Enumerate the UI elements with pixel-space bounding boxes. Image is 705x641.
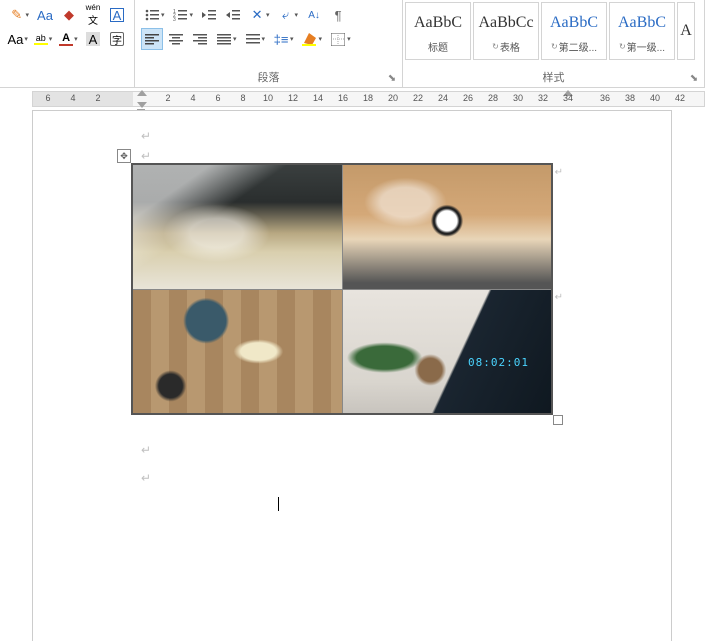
ruler-tick: 36 — [600, 93, 610, 103]
ruler-tick: 12 — [288, 93, 298, 103]
cell-mark: ↵ — [555, 292, 563, 303]
increase-indent-button[interactable] — [222, 4, 244, 26]
style-tile-table[interactable]: AaBbCc ↻表格 — [473, 2, 539, 60]
ruler-tick: 22 — [413, 93, 423, 103]
ruler-tick: 10 — [263, 93, 273, 103]
align-justify-button[interactable]: ▾ — [213, 28, 240, 50]
text-cursor — [278, 497, 279, 511]
decrease-indent-button[interactable] — [198, 4, 220, 26]
style-tile-heading[interactable]: AaBbC 标题 — [405, 2, 471, 60]
ruler-tick: 14 — [313, 93, 323, 103]
asian-layout-button[interactable]: ✕▾ — [246, 4, 273, 26]
line-spacing-button[interactable]: ‡≡▾ — [270, 28, 297, 50]
style-gallery[interactable]: AaBbC 标题 AaBbCc ↻表格 AaBbC ↻第二级... AaBbC … — [405, 2, 702, 60]
align-center-button[interactable] — [165, 28, 187, 50]
ruler-tick: 24 — [438, 93, 448, 103]
style-tile-level2[interactable]: AaBbC ↻第二级... — [541, 2, 607, 60]
refresh-icon: ↻ — [619, 42, 626, 51]
table-cell-image-4[interactable]: 08:02:01 — [343, 290, 552, 414]
style-tile-more[interactable]: A — [677, 2, 695, 60]
ruler-tick: 28 — [488, 93, 498, 103]
table-resize-handle-icon[interactable] — [553, 415, 563, 425]
hanging-indent-marker[interactable] — [137, 102, 147, 108]
cell-mark: ↵ — [555, 167, 563, 178]
char-shading-button[interactable]: A — [82, 28, 104, 50]
change-case-button[interactable]: Aa▾ — [6, 28, 29, 50]
ruler-tick: 2 — [165, 93, 170, 103]
ruler-tick: 34 — [563, 93, 573, 103]
borders-button[interactable]: ▾ — [327, 28, 354, 50]
refresh-icon: ↻ — [492, 42, 499, 51]
styles-launcher-icon[interactable]: ⬊ — [688, 72, 700, 84]
ruler-tick: 16 — [338, 93, 348, 103]
bullets-button[interactable]: ▾ — [141, 4, 168, 26]
document-area: ✥ ↵ ↵ ↵ 08:02:01↵ — [0, 110, 705, 641]
ruler-tick: 38 — [625, 93, 635, 103]
distribute-button[interactable]: ▾ — [242, 28, 269, 50]
image-table[interactable]: ✥ ↵ ↵ ↵ 08:02:01↵ — [131, 163, 553, 415]
table-move-handle-icon[interactable]: ✥ — [117, 149, 131, 163]
clear-format-button[interactable]: ◆ — [58, 4, 80, 26]
enclose-char-button[interactable]: 字 — [106, 28, 128, 50]
ruler-tick: 4 — [190, 93, 195, 103]
align-right-button[interactable] — [189, 28, 211, 50]
case-button[interactable]: Aa — [34, 4, 56, 26]
ruler-tick: 42 — [675, 93, 685, 103]
table-cell-image-3[interactable] — [133, 290, 342, 414]
styles-group: AaBbC 标题 AaBbCc ↻表格 AaBbC ↻第二级... AaBbC … — [403, 0, 705, 87]
paragraph-group-label: 段落 — [135, 69, 402, 85]
table-cell-image-1[interactable] — [133, 165, 342, 289]
highlight-button[interactable]: ab▾ — [31, 28, 54, 50]
document-page[interactable]: ✥ ↵ ↵ ↵ 08:02:01↵ — [32, 110, 672, 641]
ruler-tick: 6 — [45, 93, 50, 103]
ruler-tick: 6 — [215, 93, 220, 103]
sort-button[interactable]: A↓ — [303, 4, 325, 26]
table-cell-image-2[interactable] — [343, 165, 552, 289]
ruler-tick: 30 — [513, 93, 523, 103]
svg-text:3: 3 — [173, 17, 176, 21]
paragraph-mark — [141, 471, 151, 485]
char-border-button[interactable]: A — [106, 4, 128, 26]
style-tile-level1[interactable]: AaBbC ↻第一级... — [609, 2, 675, 60]
ruler-tick: 4 — [70, 93, 75, 103]
paragraph-mark — [141, 129, 151, 143]
ruler-tick: 26 — [463, 93, 473, 103]
ruler-tick: 20 — [388, 93, 398, 103]
font-group: ✎▾ Aa ◆ wén文 A Aa▾ ab▾ A▾ A 字 — [0, 0, 135, 87]
ruler-tick: 40 — [650, 93, 660, 103]
paragraph-mark — [141, 443, 151, 457]
paragraph-mark — [141, 149, 151, 163]
numbering-button[interactable]: 123▾ — [170, 4, 197, 26]
first-line-indent-marker[interactable] — [137, 90, 147, 96]
ruler-tick: 2 — [95, 93, 100, 103]
align-left-button[interactable] — [141, 28, 163, 50]
ruler-tick: 18 — [363, 93, 373, 103]
show-marks-button[interactable]: ¶ — [327, 4, 349, 26]
paragraph-launcher-icon[interactable]: ⬊ — [386, 72, 398, 84]
ruler-tick: 8 — [240, 93, 245, 103]
horizontal-ruler[interactable]: 6422468101214161820222426283032343638404… — [0, 88, 705, 110]
font-color-button[interactable]: A▾ — [57, 28, 80, 50]
ribbon-toolbar: ✎▾ Aa ◆ wén文 A Aa▾ ab▾ A▾ A 字 ▾ 123▾ ✕▾ … — [0, 0, 705, 88]
shading-button[interactable]: ▾ — [299, 28, 326, 50]
paragraph-group: ▾ 123▾ ✕▾ ⤶▾ A↓ ¶ ▾ ▾ ‡≡▾ ▾ ▾ 段落 ⬊ — [135, 0, 403, 87]
refresh-icon: ↻ — [551, 42, 558, 51]
format-painter-button[interactable]: ✎▾ — [6, 4, 32, 26]
ruler-tick: 32 — [538, 93, 548, 103]
line-break-button[interactable]: ⤶▾ — [275, 4, 302, 26]
styles-group-label: 样式 — [403, 69, 704, 85]
phonetic-guide-button[interactable]: wén文 — [82, 4, 104, 26]
